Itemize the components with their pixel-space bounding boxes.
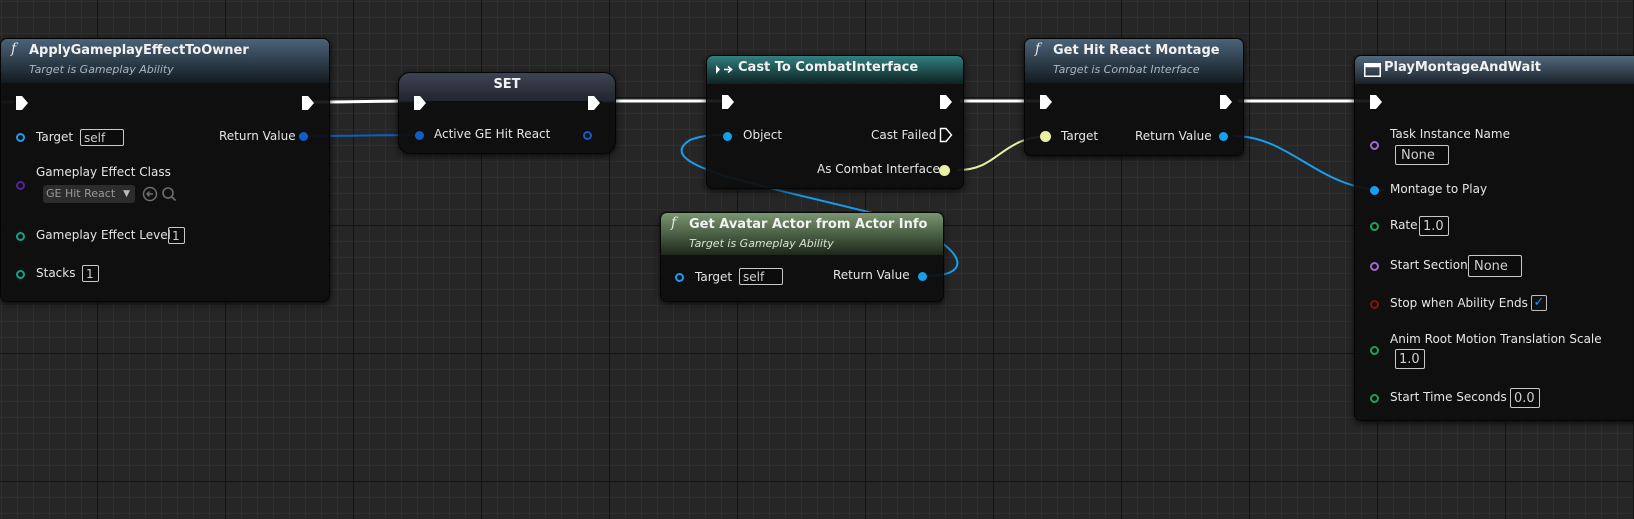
as-combat-interface-pin[interactable] [939, 165, 950, 176]
return-value-pin[interactable] [1219, 132, 1228, 141]
chevron-down-icon: ▼ [123, 189, 130, 199]
function-icon: f [1035, 41, 1041, 57]
exec-out-pin[interactable] [301, 95, 315, 111]
stop-when-ability-ends-pin[interactable] [1370, 300, 1379, 309]
pin-label-return-value: Return Value [833, 268, 910, 282]
node-title: PlayMontageAndWait [1384, 60, 1542, 75]
task-instance-name-value[interactable]: None [1395, 145, 1449, 165]
node-header[interactable]: f Get Avatar Actor from Actor Info Targe… [661, 213, 943, 255]
node-title: Cast To CombatInterface [738, 60, 919, 75]
cast-failed-exec-pin[interactable] [939, 127, 953, 143]
node-header[interactable]: f ApplyGameplayEffectToOwner Target is G… [1, 39, 329, 83]
pin-label-as-combat-interface: As Combat Interface [817, 162, 940, 176]
effect-level-pin[interactable] [16, 232, 25, 241]
function-icon: f [671, 215, 677, 231]
pin-label-start-time-seconds: Start Time Seconds [1390, 390, 1507, 404]
return-value-pin[interactable] [299, 132, 308, 141]
use-selected-icon[interactable] [142, 186, 158, 202]
active-ge-output-pin[interactable] [583, 131, 592, 140]
cast-arrows-icon [716, 65, 733, 74]
target-pin[interactable] [675, 273, 684, 282]
start-section-pin[interactable] [1370, 262, 1379, 271]
rate-pin[interactable] [1370, 222, 1379, 231]
target-value[interactable]: self [739, 268, 783, 285]
pin-label-anim-root-motion: Anim Root Motion Translation Scale [1390, 332, 1602, 346]
task-icon [1364, 63, 1381, 77]
exec-out-pin[interactable] [939, 94, 953, 110]
stop-when-ability-ends-checkbox[interactable]: ✓ [1531, 295, 1547, 311]
node-title: Get Hit React Montage [1053, 43, 1220, 58]
exec-in-pin[interactable] [721, 94, 735, 110]
anim-root-motion-pin[interactable] [1370, 346, 1379, 355]
pin-label-effect-level: Gameplay Effect Level [36, 228, 171, 242]
node-cast-to-combat-interface[interactable]: Cast To CombatInterface Object Cast Fail… [706, 55, 964, 189]
node-title: SET [493, 77, 521, 92]
pin-label-rate: Rate [1390, 218, 1418, 232]
effect-class-dropdown[interactable]: GE Hit React ▼ [43, 185, 135, 203]
stacks-value[interactable]: 1 [82, 265, 99, 282]
effect-class-value: GE Hit React [46, 187, 116, 200]
start-time-seconds-value[interactable]: 0.0 [1510, 388, 1540, 408]
montage-to-play-pin[interactable] [1370, 186, 1379, 195]
target-pin[interactable] [16, 133, 25, 142]
target-pin[interactable] [1040, 131, 1051, 142]
exec-in-pin[interactable] [413, 95, 427, 111]
pin-label-target: Target [1061, 129, 1099, 143]
target-value[interactable]: self [80, 129, 124, 146]
anim-root-motion-value[interactable]: 1.0 [1395, 349, 1425, 369]
node-header[interactable]: SET [399, 73, 615, 101]
pin-label-task-instance-name: Task Instance Name [1390, 127, 1510, 141]
exec-in-pin[interactable] [1039, 94, 1053, 110]
node-get-hit-react-montage[interactable]: f Get Hit React Montage Target is Combat… [1024, 38, 1244, 156]
task-instance-name-pin[interactable] [1370, 141, 1379, 150]
node-header[interactable]: Cast To CombatInterface [707, 56, 963, 84]
pin-label-return-value: Return Value [1135, 129, 1212, 143]
exec-out-pin[interactable] [587, 95, 601, 111]
exec-in-pin[interactable] [15, 95, 29, 111]
start-time-seconds-pin[interactable] [1370, 394, 1379, 403]
function-icon: f [11, 41, 17, 57]
pin-label-return-value: Return Value [219, 129, 296, 143]
pin-label-target: Target [36, 130, 74, 144]
effect-class-pin[interactable] [16, 181, 25, 190]
object-pin[interactable] [723, 132, 732, 141]
node-subtitle: Target is Gameplay Ability [29, 63, 174, 76]
node-subtitle: Target is Gameplay Ability [689, 237, 834, 250]
exec-in-pin[interactable] [1369, 94, 1383, 110]
pin-label-start-section: Start Section [1390, 258, 1468, 272]
pin-label-stacks: Stacks [36, 266, 76, 280]
node-header[interactable]: PlayMontageAndWait [1355, 56, 1634, 84]
rate-value[interactable]: 1.0 [1419, 216, 1449, 236]
pin-label-active-ge: Active GE Hit React [434, 127, 551, 141]
pin-label-effect-class: Gameplay Effect Class [36, 165, 171, 179]
node-title: ApplyGameplayEffectToOwner [29, 43, 249, 58]
pin-label-montage-to-play: Montage to Play [1390, 182, 1488, 196]
node-header[interactable]: f Get Hit React Montage Target is Combat… [1025, 39, 1243, 83]
stacks-pin[interactable] [16, 270, 25, 279]
active-ge-input-pin[interactable] [415, 131, 424, 140]
exec-out-pin[interactable] [1219, 94, 1233, 110]
browse-search-icon[interactable] [161, 186, 177, 202]
node-apply-gameplay-effect[interactable]: f ApplyGameplayEffectToOwner Target is G… [0, 38, 330, 302]
node-get-avatar-actor[interactable]: f Get Avatar Actor from Actor Info Targe… [660, 212, 944, 302]
start-section-value[interactable]: None [1468, 255, 1522, 277]
node-subtitle: Target is Combat Interface [1053, 63, 1200, 76]
node-play-montage-and-wait[interactable]: PlayMontageAndWait Task Instance Name No… [1354, 55, 1634, 421]
pin-label-object: Object [743, 128, 783, 142]
effect-level-value[interactable]: 1 [168, 227, 185, 244]
node-title: Get Avatar Actor from Actor Info [689, 217, 928, 232]
pin-label-target: Target [695, 270, 733, 284]
pin-label-cast-failed: Cast Failed [871, 128, 937, 142]
return-value-pin[interactable] [918, 272, 927, 281]
node-set-variable[interactable]: SET Active GE Hit React [398, 72, 616, 154]
pin-label-stop-when-ability-ends: Stop when Ability Ends [1390, 296, 1528, 310]
